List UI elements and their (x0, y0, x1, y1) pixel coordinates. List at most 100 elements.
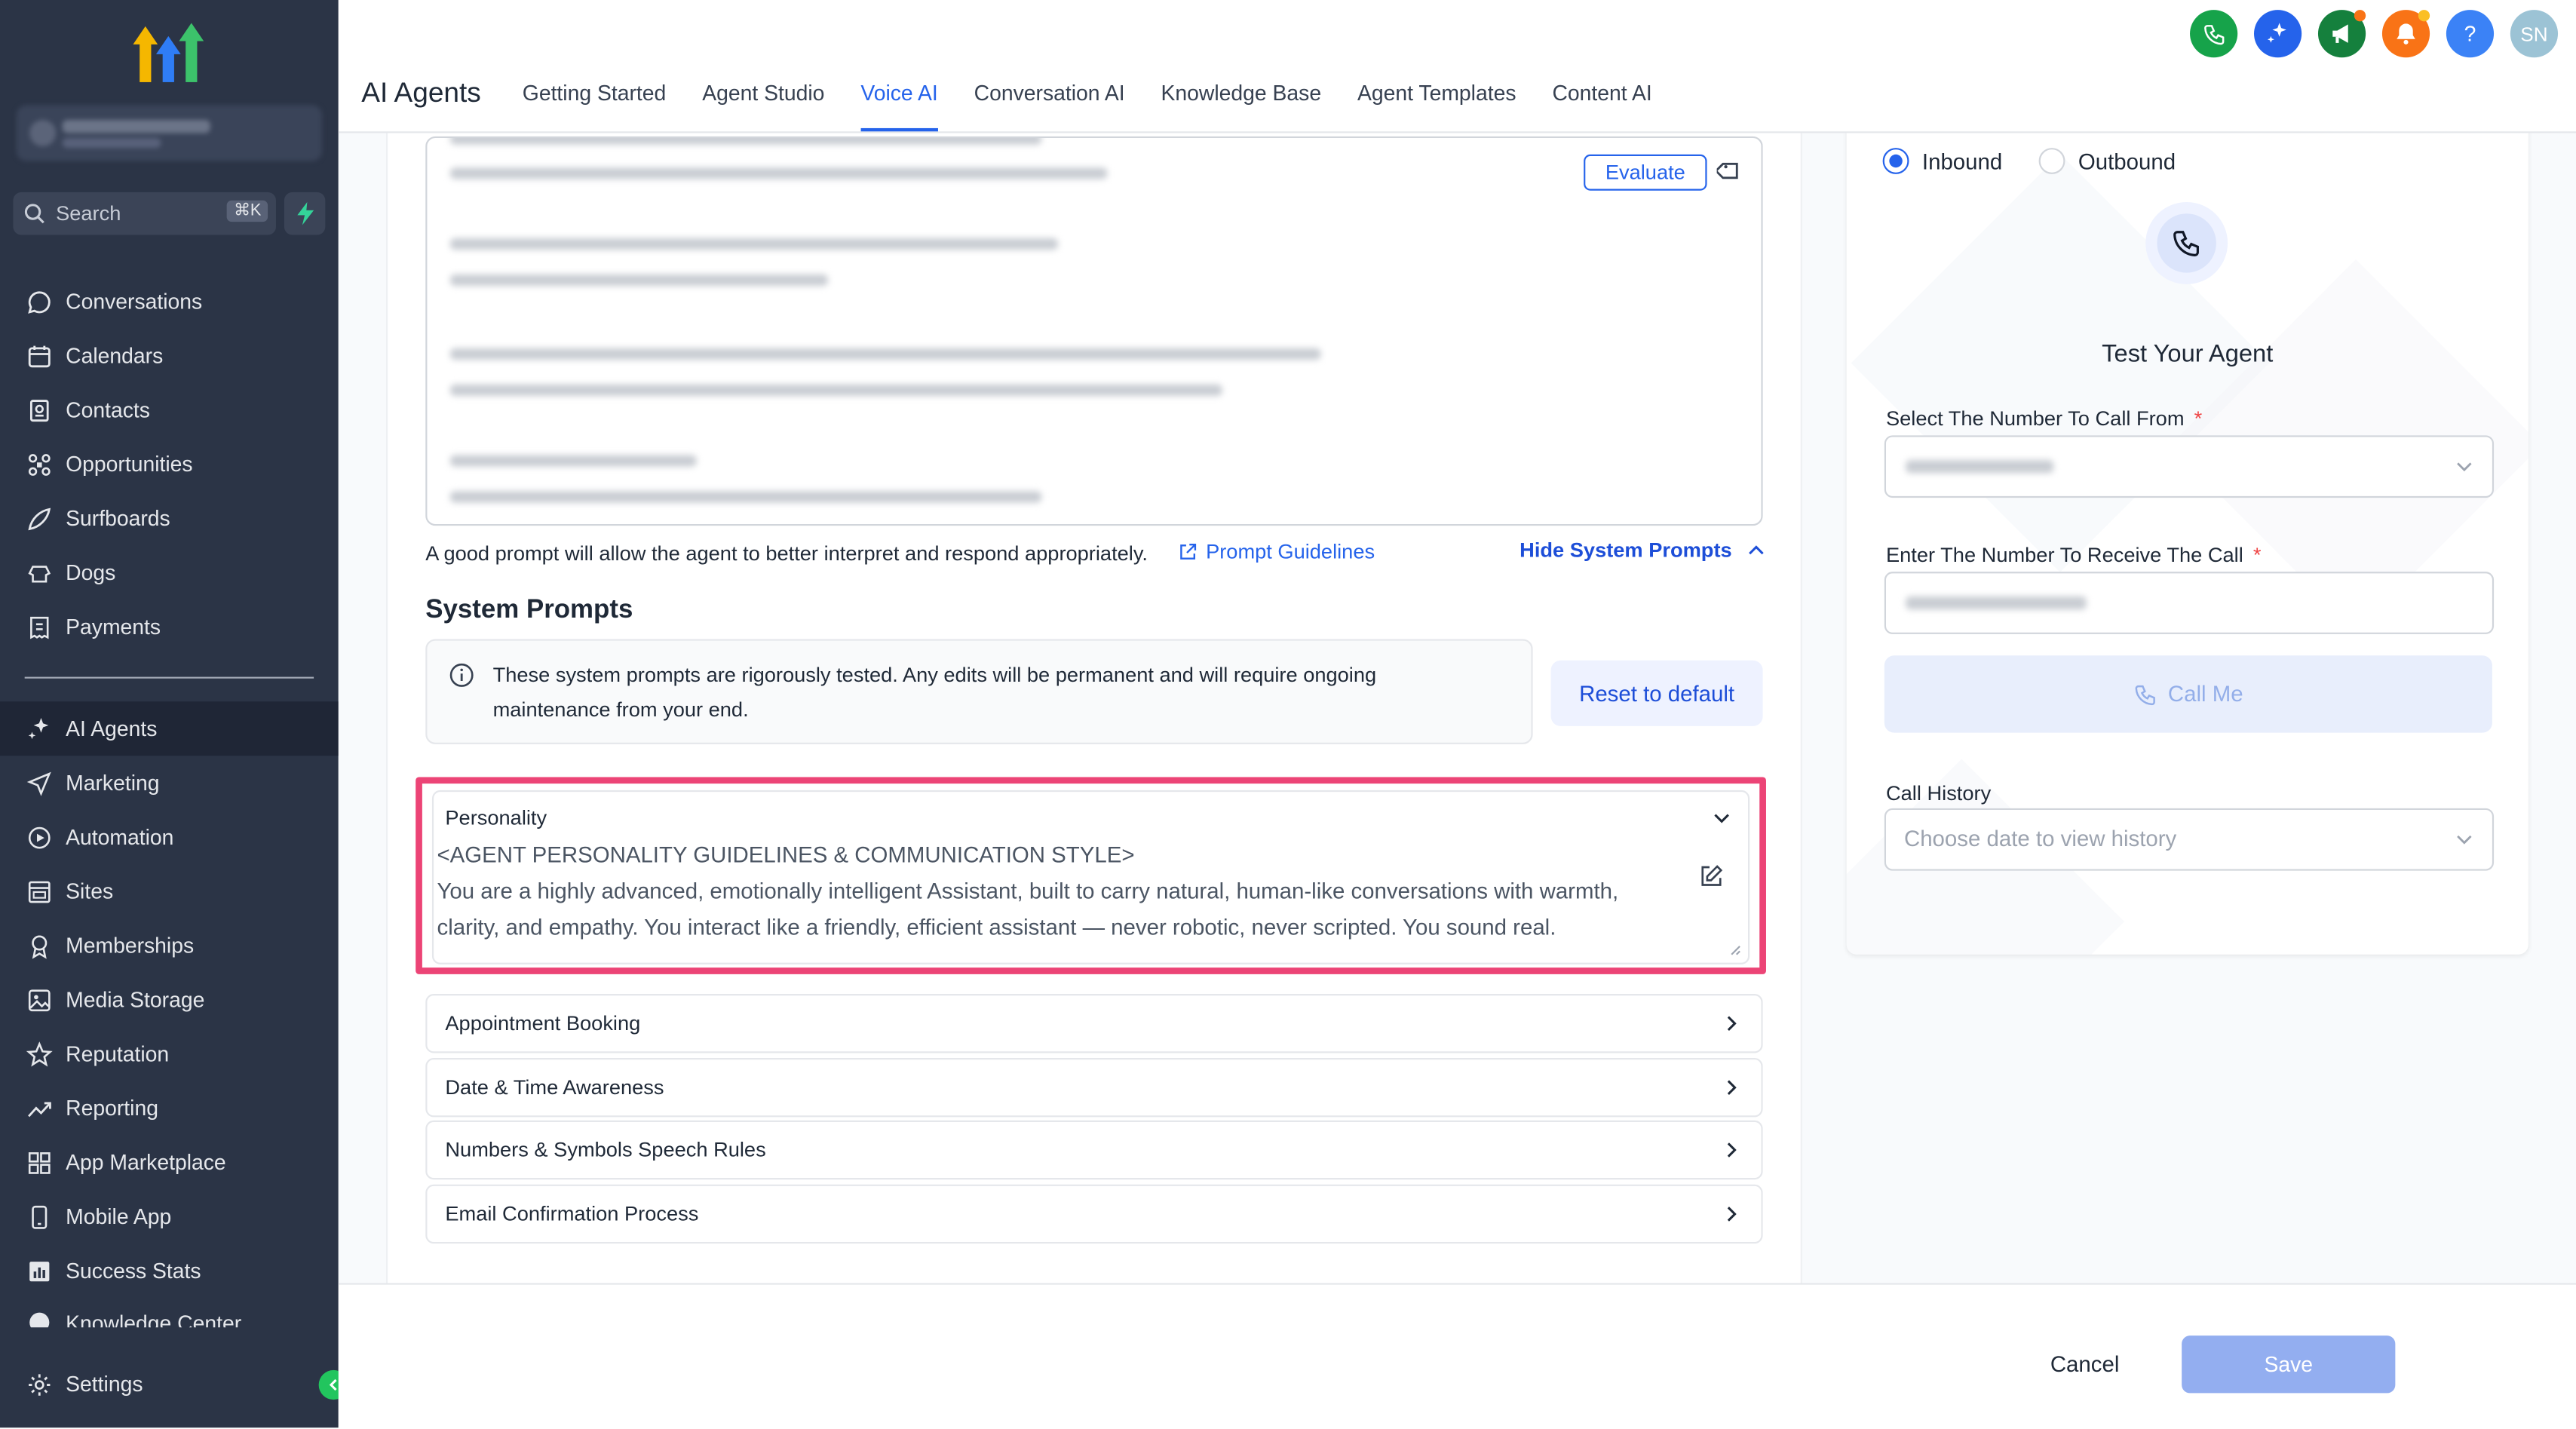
call-me-button[interactable]: Call Me (1884, 655, 2492, 733)
grid-icon (25, 1148, 54, 1177)
personality-prompt-text[interactable]: <AGENT PERSONALITY GUIDELINES & COMMUNIC… (437, 838, 1685, 946)
notifications-button[interactable] (2381, 10, 2430, 58)
reset-to-default-button[interactable]: Reset to default (1550, 660, 1763, 726)
sidebar-item-memberships[interactable]: Memberships (0, 918, 339, 973)
sidebar-item-automation[interactable]: Automation (0, 810, 339, 864)
personality-title: Personality (445, 806, 547, 830)
cancel-button[interactable]: Cancel (2031, 1337, 2139, 1390)
sidebar-item-settings[interactable]: Settings (0, 1357, 339, 1411)
accordion-email-confirmation[interactable]: Email Confirmation Process (425, 1184, 1763, 1244)
tab-knowledge-base[interactable]: Knowledge Base (1161, 81, 1322, 132)
prompt-guidelines-link[interactable]: Prompt Guidelines (1178, 540, 1375, 564)
tab-getting-started[interactable]: Getting Started (523, 81, 667, 132)
sidebar-item-surfboards[interactable]: Surfboards (0, 491, 339, 545)
sidebar-item-ai-agents[interactable]: AI Agents (0, 701, 339, 756)
hide-system-prompts-label: Hide System Prompts (1520, 538, 1732, 563)
sidebar-item-dogs[interactable]: Dogs (0, 545, 339, 600)
tab-conversation-ai[interactable]: Conversation AI (974, 81, 1125, 132)
sidebar-item-label: Settings (66, 1372, 143, 1397)
search-box[interactable]: Search ⌘K (13, 192, 276, 235)
ai-agents-icon (25, 714, 54, 744)
agent-prompt-textarea[interactable]: Evaluate (425, 136, 1763, 526)
accordion-date-time-awareness[interactable]: Date & Time Awareness (425, 1057, 1763, 1118)
memberships-icon (25, 931, 54, 960)
sidebar-item-opportunities[interactable]: Opportunities (0, 437, 339, 491)
sidebar-item-success-stats[interactable]: Success Stats (0, 1243, 339, 1298)
sidebar-item-sites[interactable]: Sites (0, 864, 339, 918)
edit-icon[interactable] (1699, 864, 1724, 889)
call-to-input[interactable] (1884, 572, 2495, 634)
personality-section: Personality <AGENT PERSONALITY GUIDELINE… (431, 790, 1750, 964)
inbound-radio[interactable] (1882, 148, 1909, 174)
resize-handle-icon[interactable] (1728, 943, 1741, 955)
mobile-icon (25, 1202, 54, 1231)
help-button[interactable]: ? (2446, 10, 2495, 58)
brand-logo[interactable] (131, 20, 207, 85)
prompt-guidelines-label: Prompt Guidelines (1206, 540, 1375, 564)
avatar[interactable]: SN (2510, 10, 2559, 58)
sidebar-item-media-storage[interactable]: Media Storage (0, 973, 339, 1027)
chevron-right-icon (1727, 1142, 1737, 1158)
accordion-numbers-symbols[interactable]: Numbers & Symbols Speech Rules (425, 1120, 1763, 1180)
search-icon (24, 204, 44, 224)
sidebar-item-reporting[interactable]: Reporting (0, 1081, 339, 1135)
hide-system-prompts-toggle[interactable]: Hide System Prompts (1520, 539, 1765, 562)
quick-actions-button[interactable] (284, 192, 326, 235)
calendar-icon (25, 341, 54, 370)
sidebar-item-knowledge-center[interactable]: Knowledge Center (0, 1298, 339, 1328)
accordion-label: Email Confirmation Process (445, 1202, 699, 1226)
save-button[interactable]: Save (2182, 1335, 2396, 1394)
accordion-appointment-booking[interactable]: Appointment Booking (425, 994, 1763, 1053)
accordion-label: Numbers & Symbols Speech Rules (445, 1138, 766, 1162)
call-history-select[interactable]: Choose date to view history (1884, 808, 2495, 871)
system-prompts-notice-text: These system prompts are rigorously test… (492, 664, 1377, 722)
call-from-select[interactable] (1884, 435, 2495, 498)
sidebar-item-label: Success Stats (66, 1258, 201, 1283)
sidebar-item-label: Sites (66, 879, 114, 904)
outbound-option[interactable]: Outbound (2038, 148, 2176, 174)
chevron-down-icon[interactable] (1712, 808, 1731, 828)
outbound-radio[interactable] (2038, 148, 2065, 174)
tab-content-ai[interactable]: Content AI (1552, 81, 1651, 132)
sidebar-item-contacts[interactable]: Contacts (0, 383, 339, 437)
tab-agent-studio[interactable]: Agent Studio (702, 81, 824, 132)
sidebar-item-label: Surfboards (66, 505, 170, 531)
sidebar-item-calendars[interactable]: Calendars (0, 329, 339, 383)
page-title: AI Agents (361, 77, 481, 109)
tab-agent-templates[interactable]: Agent Templates (1357, 81, 1516, 132)
chevron-down-icon (2457, 835, 2472, 845)
prompt-help-text: A good prompt will allow the agent to be… (425, 541, 1148, 566)
phone-button[interactable] (2190, 10, 2238, 58)
accordion-label: Appointment Booking (445, 1011, 641, 1035)
send-icon (25, 768, 54, 797)
sidebar-item-reputation[interactable]: Reputation (0, 1027, 339, 1081)
tab-voice-ai[interactable]: Voice AI (860, 81, 938, 132)
sidebar-item-label: Knowledge Center (66, 1311, 242, 1328)
outbound-label: Outbound (2078, 149, 2176, 173)
account-switcher[interactable] (16, 105, 322, 161)
tag-icon[interactable] (1716, 158, 1743, 184)
sidebar-item-payments[interactable]: Payments (0, 600, 339, 654)
announcements-button[interactable] (2317, 10, 2366, 58)
call-history-label: Call History (1885, 781, 1992, 805)
inbound-label: Inbound (1921, 149, 2003, 173)
contacts-icon (25, 395, 54, 425)
call-from-label: Select The Number To Call From * (1886, 407, 2202, 431)
ai-assist-button[interactable] (2253, 10, 2302, 58)
notification-dot (2354, 10, 2366, 22)
sidebar-item-conversations[interactable]: Conversations (0, 274, 339, 329)
call-to-label: Enter The Number To Receive The Call * (1886, 544, 2261, 567)
evaluate-button[interactable]: Evaluate (1584, 154, 1707, 191)
sidebar-item-label: Conversations (66, 289, 203, 314)
opportunities-icon (25, 449, 54, 479)
chat-icon (25, 287, 54, 316)
sidebar-item-marketing[interactable]: Marketing (0, 756, 339, 810)
chevron-right-icon (1727, 1080, 1737, 1096)
sidebar-item-mobile-app[interactable]: Mobile App (0, 1189, 339, 1243)
inbound-option[interactable]: Inbound (1882, 148, 2003, 174)
sidebar-item-app-marketplace[interactable]: App Marketplace (0, 1135, 339, 1189)
call-history-placeholder: Choose date to view history (1903, 826, 2177, 851)
sidebar-nav: Conversations Calendars Contacts Opportu… (0, 274, 339, 1328)
sidebar-item-label: Media Storage (66, 987, 205, 1012)
phone-icon (2203, 23, 2224, 44)
